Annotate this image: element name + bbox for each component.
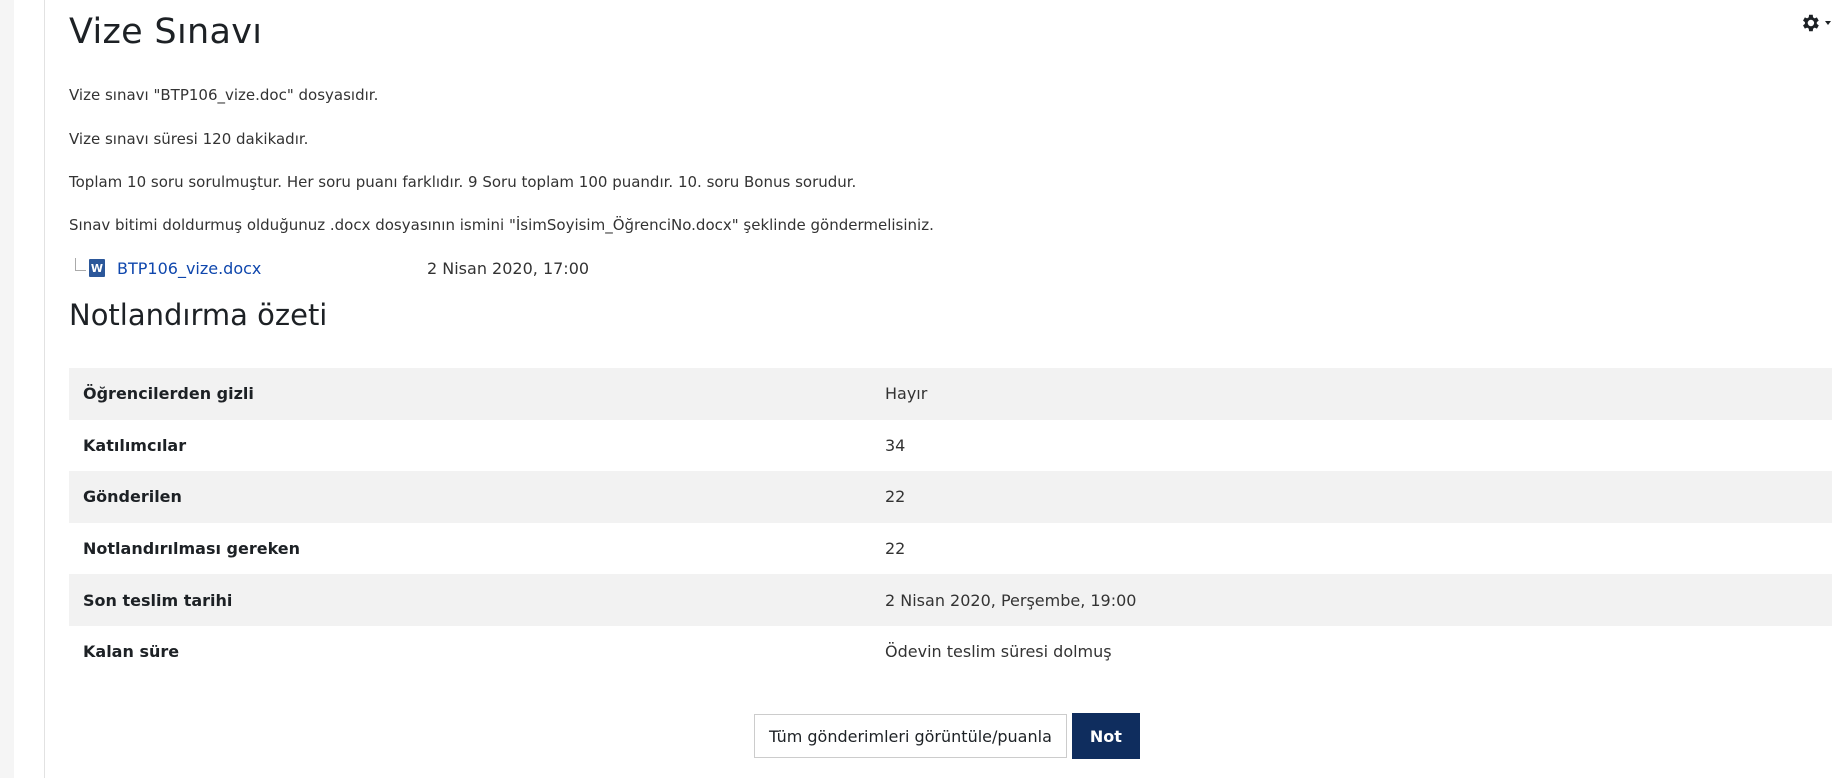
table-row: Öğrencilerden gizli Hayır xyxy=(69,368,1832,420)
row-value: 22 xyxy=(885,539,906,559)
description-line: Sınav bitimi doldurmuş olduğunuz .docx d… xyxy=(69,216,934,234)
left-gutter xyxy=(0,0,14,778)
row-value: Ödevin teslim süresi dolmuş xyxy=(885,642,1112,662)
attachment-link[interactable]: BTP106_vize.docx xyxy=(117,259,427,278)
page-title: Vize Sınavı xyxy=(69,12,263,52)
table-row: Kalan süre Ödevin teslim süresi dolmuş xyxy=(69,626,1832,678)
row-value: Hayır xyxy=(885,384,928,404)
attachment-date: 2 Nisan 2020, 17:00 xyxy=(427,258,590,278)
description-line: Toplam 10 soru sorulmuştur. Her soru pua… xyxy=(69,173,857,191)
attachment-row: W BTP106_vize.docx 2 Nisan 2020, 17:00 xyxy=(69,256,589,280)
gear-icon xyxy=(1799,12,1821,34)
description-line: Vize sınavı "BTP106_vize.doc" dosyasıdır… xyxy=(69,86,379,104)
table-row: Son teslim tarihi 2 Nisan 2020, Perşembe… xyxy=(69,574,1832,626)
row-label: Son teslim tarihi xyxy=(83,590,233,610)
row-label: Gönderilen xyxy=(83,487,182,507)
grading-summary-title: Notlandırma özeti xyxy=(69,298,328,332)
table-row: Gönderilen 22 xyxy=(69,471,1832,523)
action-buttons: Tüm gönderimleri görüntüle/puanla Not xyxy=(754,713,1140,759)
view-all-submissions-button[interactable]: Tüm gönderimleri görüntüle/puanla xyxy=(754,714,1067,758)
left-border xyxy=(44,0,45,778)
row-label: Notlandırılması gereken xyxy=(83,539,301,559)
tree-connector xyxy=(75,257,86,271)
row-label: Kalan süre xyxy=(83,642,180,662)
row-value: 2 Nisan 2020, Perşembe, 19:00 xyxy=(885,590,1137,610)
row-label: Öğrencilerden gizli xyxy=(83,384,254,404)
word-file-icon: W xyxy=(89,259,105,277)
description-line: Vize sınavı süresi 120 dakikadır. xyxy=(69,130,309,148)
grading-summary-table: Öğrencilerden gizli Hayır Katılımcılar 3… xyxy=(69,368,1832,678)
page-frame: Vize Sınavı Vize sınavı "BTP106_vize.doc… xyxy=(0,0,1847,778)
row-value: 34 xyxy=(885,435,906,455)
settings-menu-button[interactable] xyxy=(1793,8,1837,38)
chevron-down-icon xyxy=(1825,21,1831,25)
row-value: 22 xyxy=(885,487,906,507)
table-row: Notlandırılması gereken 22 xyxy=(69,523,1832,575)
row-label: Katılımcılar xyxy=(83,435,187,455)
table-row: Katılımcılar 34 xyxy=(69,420,1832,472)
grade-button[interactable]: Not xyxy=(1071,713,1140,759)
